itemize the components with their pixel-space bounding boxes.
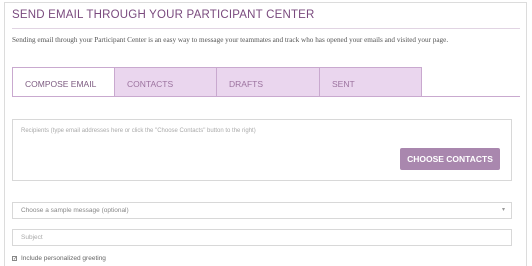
sample-message-select[interactable]: Choose a sample message (optional) ▾ (12, 202, 512, 219)
tab-bar: COMPOSE EMAIL CONTACTS DRAFTS SENT (12, 67, 422, 97)
personalized-greeting-checkbox[interactable]: ✓ (12, 256, 17, 262)
intro-text: Sending email through your Participant C… (12, 36, 449, 44)
subject-placeholder: Subject (21, 234, 43, 241)
sample-message-value: Choose a sample message (optional) (21, 207, 129, 214)
tab-contacts[interactable]: CONTACTS (114, 67, 217, 97)
tab-drafts[interactable]: DRAFTS (216, 67, 320, 97)
choose-contacts-button[interactable]: CHOOSE CONTACTS (400, 148, 500, 170)
personalized-greeting-option: ✓ Include personalized greeting (12, 255, 106, 262)
chevron-down-icon: ▾ (501, 207, 505, 213)
tab-compose-email[interactable]: COMPOSE EMAIL (12, 67, 115, 97)
recipients-placeholder: Recipients (type email addresses here or… (21, 128, 256, 134)
personalized-greeting-label: Include personalized greeting (21, 255, 106, 262)
tab-divider (12, 96, 520, 97)
title-divider (12, 28, 520, 29)
page-title: SEND EMAIL THROUGH YOUR PARTICIPANT CENT… (12, 9, 315, 21)
tab-sent[interactable]: SENT (319, 67, 422, 97)
subject-field[interactable]: Subject (12, 229, 512, 246)
